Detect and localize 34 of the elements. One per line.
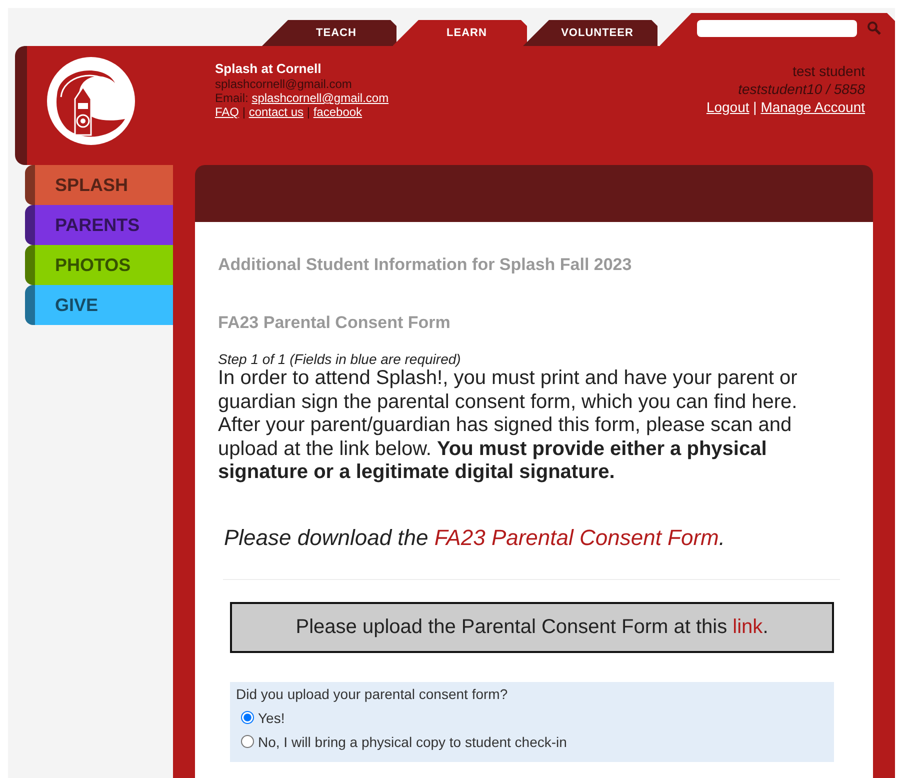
search-field[interactable] bbox=[696, 20, 856, 37]
user-account: teststudent10 / 5858 bbox=[737, 80, 865, 98]
account-link[interactable]: Manage Account bbox=[760, 99, 865, 115]
account-link[interactable]: Logout bbox=[706, 99, 750, 115]
download-note: Please download the FA23 Parental Consent Form. bbox=[224, 524, 726, 550]
radio-button[interactable] bbox=[241, 735, 254, 748]
sidebar-item[interactable]: PHOTOS bbox=[25, 245, 173, 285]
sidebar-item[interactable]: GIVE bbox=[25, 285, 173, 325]
option-label: No, I will bring a physical copy to student check-in bbox=[258, 734, 567, 750]
nav-tab[interactable]: VOLUNTEER bbox=[523, 20, 658, 46]
email-link[interactable]: splashcornell@gmail.com bbox=[252, 91, 389, 105]
site-link[interactable]: contact us bbox=[248, 105, 304, 119]
site-link[interactable]: FAQ bbox=[215, 105, 240, 119]
nav-tab[interactable]: LEARN bbox=[392, 20, 527, 46]
site-title: Splash at Cornell bbox=[215, 62, 322, 76]
email-line: Email: splashcornell@gmail.com bbox=[215, 91, 389, 105]
page-heading: Additional Student Information for Splash Fall 2023 bbox=[218, 255, 633, 275]
question-label: Did you upload your parental consent form? bbox=[236, 686, 509, 702]
form-title: FA23 Parental Consent Form bbox=[218, 313, 452, 333]
nav-tab[interactable]: TEACH bbox=[262, 20, 396, 46]
radio-button[interactable] bbox=[241, 711, 254, 724]
site-links: FAQ | contact us | facebook bbox=[215, 105, 364, 119]
site-link[interactable]: facebook bbox=[313, 105, 362, 119]
upload-note: Please upload the Parental Consent Form at this link. bbox=[296, 616, 768, 638]
option-label: Yes! bbox=[258, 710, 285, 726]
step-note: Step 1 of 1 (Fields in blue are required) bbox=[218, 351, 462, 367]
upload-link[interactable]: link bbox=[732, 616, 763, 638]
user-name: test student bbox=[792, 62, 865, 80]
instructions: In order to attend Splash!, you must print and have your parent or guardian sign the parental consent form, which you can find here. After your parent/guardian has signed this form, please scan and upload at the link below. You must provide either a physical signature or a legitimate digital signature. bbox=[218, 367, 798, 484]
site-email: splashcornell@gmail.com bbox=[215, 77, 353, 91]
search-icon[interactable] bbox=[866, 21, 880, 35]
logo-icon bbox=[45, 55, 137, 147]
consent-form-link[interactable]: FA23 Parental Consent Form bbox=[434, 524, 719, 550]
account-links: Logout | Manage Account bbox=[706, 98, 865, 116]
